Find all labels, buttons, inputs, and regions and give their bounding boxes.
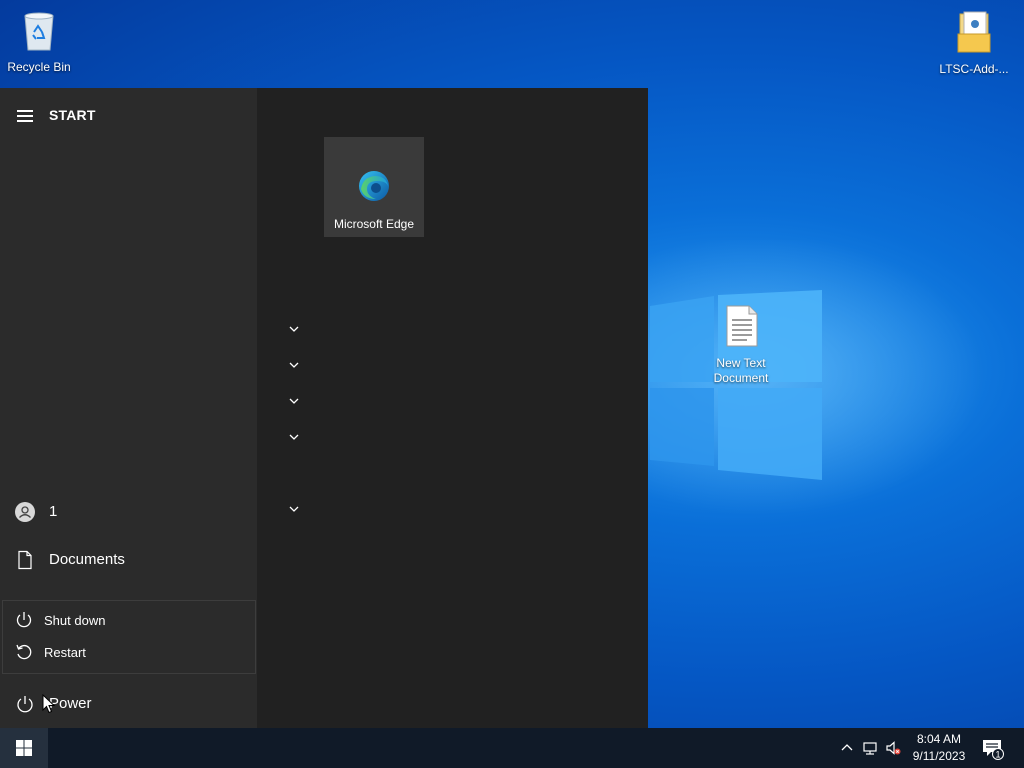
chevron-down-icon[interactable]	[288, 433, 300, 441]
desktop-icon-label: LTSC-Add-...	[939, 62, 1009, 76]
shut-down-label: Shut down	[44, 613, 106, 628]
user-avatar-icon	[15, 502, 35, 522]
user-name: 1	[49, 503, 58, 520]
document-icon	[18, 550, 32, 570]
start-menu-header: START	[0, 104, 257, 128]
text-file-icon	[726, 305, 758, 347]
taskbar: 8:04 AM 9/11/2023 1	[0, 728, 1024, 768]
start-menu-title: START	[49, 107, 96, 123]
restart-icon	[16, 644, 32, 660]
tile-microsoft-edge[interactable]: Microsoft Edge	[324, 137, 424, 237]
power-icon	[16, 612, 32, 628]
chevron-down-icon[interactable]	[288, 505, 300, 513]
clock-date: 9/11/2023	[912, 749, 966, 763]
chevron-down-icon[interactable]	[288, 325, 300, 333]
start-menu-left-rail: START 1 Documents Shut down Restart Powe…	[0, 88, 257, 728]
start-menu: START 1 Documents Shut down Restart Powe…	[0, 88, 648, 728]
network-icon[interactable]	[862, 740, 878, 756]
folder-document-icon	[957, 11, 991, 53]
action-center-notification-icon[interactable]: 1	[982, 738, 1004, 760]
shut-down-button[interactable]: Shut down	[3, 605, 257, 635]
show-hidden-icons-chevron-up-icon[interactable]	[839, 740, 855, 756]
hamburger-menu-icon[interactable]	[17, 110, 33, 122]
desktop-icon-label: New Text Document	[713, 356, 769, 385]
volume-muted-icon[interactable]	[885, 740, 901, 756]
user-account-button[interactable]: 1	[0, 492, 257, 532]
clock-time: 8:04 AM	[916, 732, 962, 746]
start-button[interactable]	[0, 728, 48, 768]
power-button[interactable]: Power	[0, 684, 257, 724]
edge-icon	[359, 171, 389, 201]
restart-label: Restart	[44, 645, 86, 660]
tile-label: Microsoft Edge	[333, 217, 415, 231]
windows-logo-icon	[16, 740, 32, 756]
system-clock[interactable]: 8:04 AM 9/11/2023	[906, 731, 972, 765]
recycle-bin-icon	[24, 12, 54, 51]
restart-button[interactable]: Restart	[3, 637, 257, 667]
chevron-down-icon[interactable]	[288, 397, 300, 405]
desktop-icon-new-text-document[interactable]: New Text Document	[703, 304, 779, 386]
desktop-icon-recycle-bin[interactable]: Recycle Bin	[1, 8, 77, 75]
chevron-down-icon[interactable]	[288, 361, 300, 369]
mouse-cursor-icon	[42, 694, 56, 714]
documents-button[interactable]: Documents	[0, 540, 257, 580]
desktop-icon-label: Recycle Bin	[7, 60, 71, 74]
power-options-flyout: Shut down Restart	[2, 600, 256, 674]
power-icon	[17, 696, 33, 713]
desktop-icon-ltsc-add[interactable]: LTSC-Add-...	[936, 10, 1012, 77]
documents-label: Documents	[49, 551, 125, 568]
notification-count: 1	[995, 750, 1000, 760]
